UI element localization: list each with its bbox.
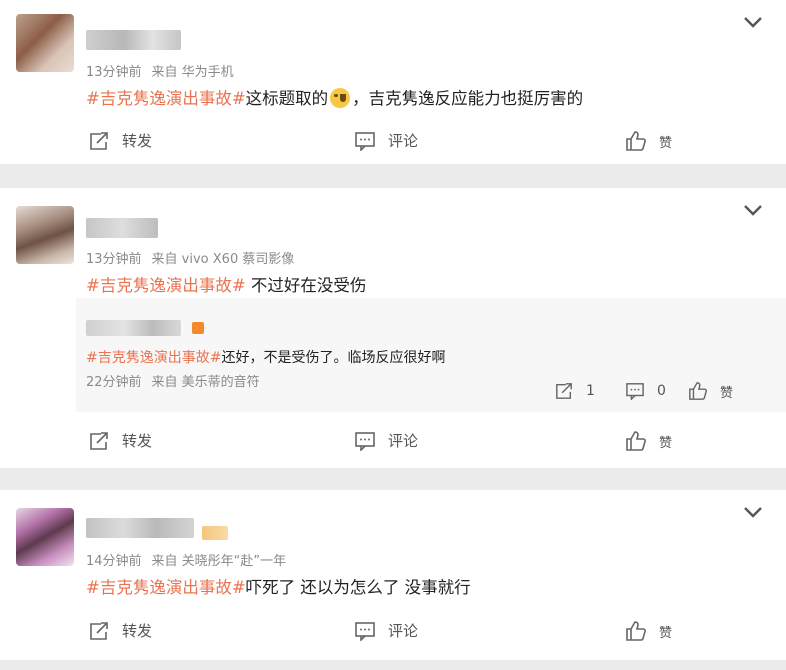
- comment-source: 来自 华为手机: [151, 65, 234, 80]
- comment-label: 评论: [388, 432, 419, 450]
- chevron-down-icon[interactable]: [742, 203, 764, 217]
- hashtag-link[interactable]: #吉克隽逸演出事故#: [86, 578, 246, 597]
- comment-time: 13分钟前: [86, 65, 142, 80]
- action-bar: 转发 评论 赞: [0, 430, 786, 460]
- reply-username-blurred[interactable]: [86, 320, 181, 336]
- comment-source: 来自 vivo X60 蔡司影像: [151, 252, 295, 267]
- repost-icon: [90, 621, 108, 640]
- comment-button[interactable]: 评论: [354, 430, 418, 451]
- thumbs-up-icon: [626, 431, 646, 451]
- laughing-tears-emoji-icon: [330, 88, 351, 108]
- hashtag-link[interactable]: #吉克隽逸演出事故#: [86, 350, 221, 366]
- thumbs-up-icon: [626, 621, 646, 641]
- comment-text: #吉克隽逸演出事故# 不过好在没受伤: [86, 276, 367, 295]
- repost-button[interactable]: 转发: [88, 130, 152, 151]
- like-button[interactable]: 赞: [625, 130, 672, 152]
- comment-icon: [355, 431, 375, 451]
- comment-icon: [355, 131, 375, 151]
- hashtag-link[interactable]: #吉克隽逸演出事故#: [86, 89, 246, 108]
- like-button[interactable]: 赞: [625, 620, 672, 642]
- comment-meta: 13分钟前 来自 华为手机: [86, 61, 234, 80]
- action-bar: 转发 评论 赞: [0, 128, 786, 158]
- like-button[interactable]: 赞: [625, 430, 672, 452]
- reply-block: #吉克隽逸演出事故#还好，不是受伤了。临场反应很好啊 22分钟前 来自 美乐蒂的音…: [76, 298, 786, 412]
- comment-card-3: 14分钟前 来自 关晓彤年“赴”一年 #吉克隽逸演出事故#吓死了 还以为怎么了 没…: [0, 490, 786, 660]
- avatar[interactable]: [16, 508, 74, 566]
- like-label: 赞: [659, 625, 673, 641]
- reply-source: 来自 美乐蒂的音符: [151, 375, 260, 390]
- comment-time: 14分钟前: [86, 554, 142, 569]
- comment-button[interactable]: 评论: [354, 620, 418, 641]
- comment-icon: [626, 383, 644, 400]
- repost-icon: [90, 131, 108, 150]
- username-blurred[interactable]: [86, 218, 158, 238]
- member-badge-icon: [202, 526, 228, 540]
- avatar[interactable]: [16, 206, 74, 264]
- repost-icon: [90, 431, 108, 450]
- reply-time: 22分钟前: [86, 375, 142, 390]
- comment-time: 13分钟前: [86, 252, 142, 267]
- reply-text: #吉克隽逸演出事故#还好，不是受伤了。临场反应很好啊: [86, 350, 446, 366]
- thumbs-up-icon: [626, 131, 646, 151]
- reply-repost-count: 1: [586, 383, 595, 399]
- comment-icon: [355, 621, 375, 641]
- repost-button[interactable]: 转发: [88, 620, 152, 641]
- chevron-down-icon[interactable]: [742, 505, 764, 519]
- thumbs-up-icon: [689, 382, 708, 400]
- reply-repost-button[interactable]: 1: [554, 382, 595, 400]
- action-bar: 转发 评论 赞: [0, 620, 786, 650]
- member-badge-icon: [192, 322, 204, 334]
- chevron-down-icon[interactable]: [742, 15, 764, 29]
- like-label: 赞: [659, 135, 673, 151]
- avatar[interactable]: [16, 14, 74, 72]
- repost-label: 转发: [122, 622, 153, 640]
- comment-meta: 13分钟前 来自 vivo X60 蔡司影像: [86, 248, 294, 267]
- reply-like-label: 赞: [720, 385, 734, 401]
- repost-button[interactable]: 转发: [88, 430, 152, 451]
- comment-card-1: 13分钟前 来自 华为手机 #吉克隽逸演出事故#这标题取的 ，吉克隽逸反应能力也挺厉…: [0, 0, 786, 164]
- comment-meta: 14分钟前 来自 关晓彤年“赴”一年: [86, 550, 286, 569]
- username-blurred[interactable]: [86, 30, 181, 50]
- repost-label: 转发: [122, 432, 153, 450]
- username-blurred[interactable]: [86, 518, 194, 538]
- reply-comment-count: 0: [657, 383, 666, 399]
- repost-label: 转发: [122, 132, 153, 150]
- comment-button[interactable]: 评论: [354, 130, 418, 151]
- like-label: 赞: [659, 435, 673, 451]
- reply-like-button[interactable]: 赞: [688, 381, 733, 401]
- hashtag-link[interactable]: #吉克隽逸演出事故#: [86, 276, 246, 295]
- comment-card-2: 13分钟前 来自 vivo X60 蔡司影像 #吉克隽逸演出事故# 不过好在没受伤…: [0, 188, 786, 468]
- comment-label: 评论: [388, 622, 419, 640]
- repost-icon: [556, 383, 572, 399]
- reply-comment-button[interactable]: 0: [625, 382, 666, 400]
- comment-text: #吉克隽逸演出事故#吓死了 还以为怎么了 没事就行: [86, 578, 471, 597]
- comment-text: #吉克隽逸演出事故#这标题取的 ，吉克隽逸反应能力也挺厉害的: [86, 88, 584, 108]
- reply-meta: 22分钟前 来自 美乐蒂的音符: [86, 371, 260, 390]
- comment-label: 评论: [388, 132, 419, 150]
- comment-source: 来自 关晓彤年“赴”一年: [151, 554, 287, 569]
